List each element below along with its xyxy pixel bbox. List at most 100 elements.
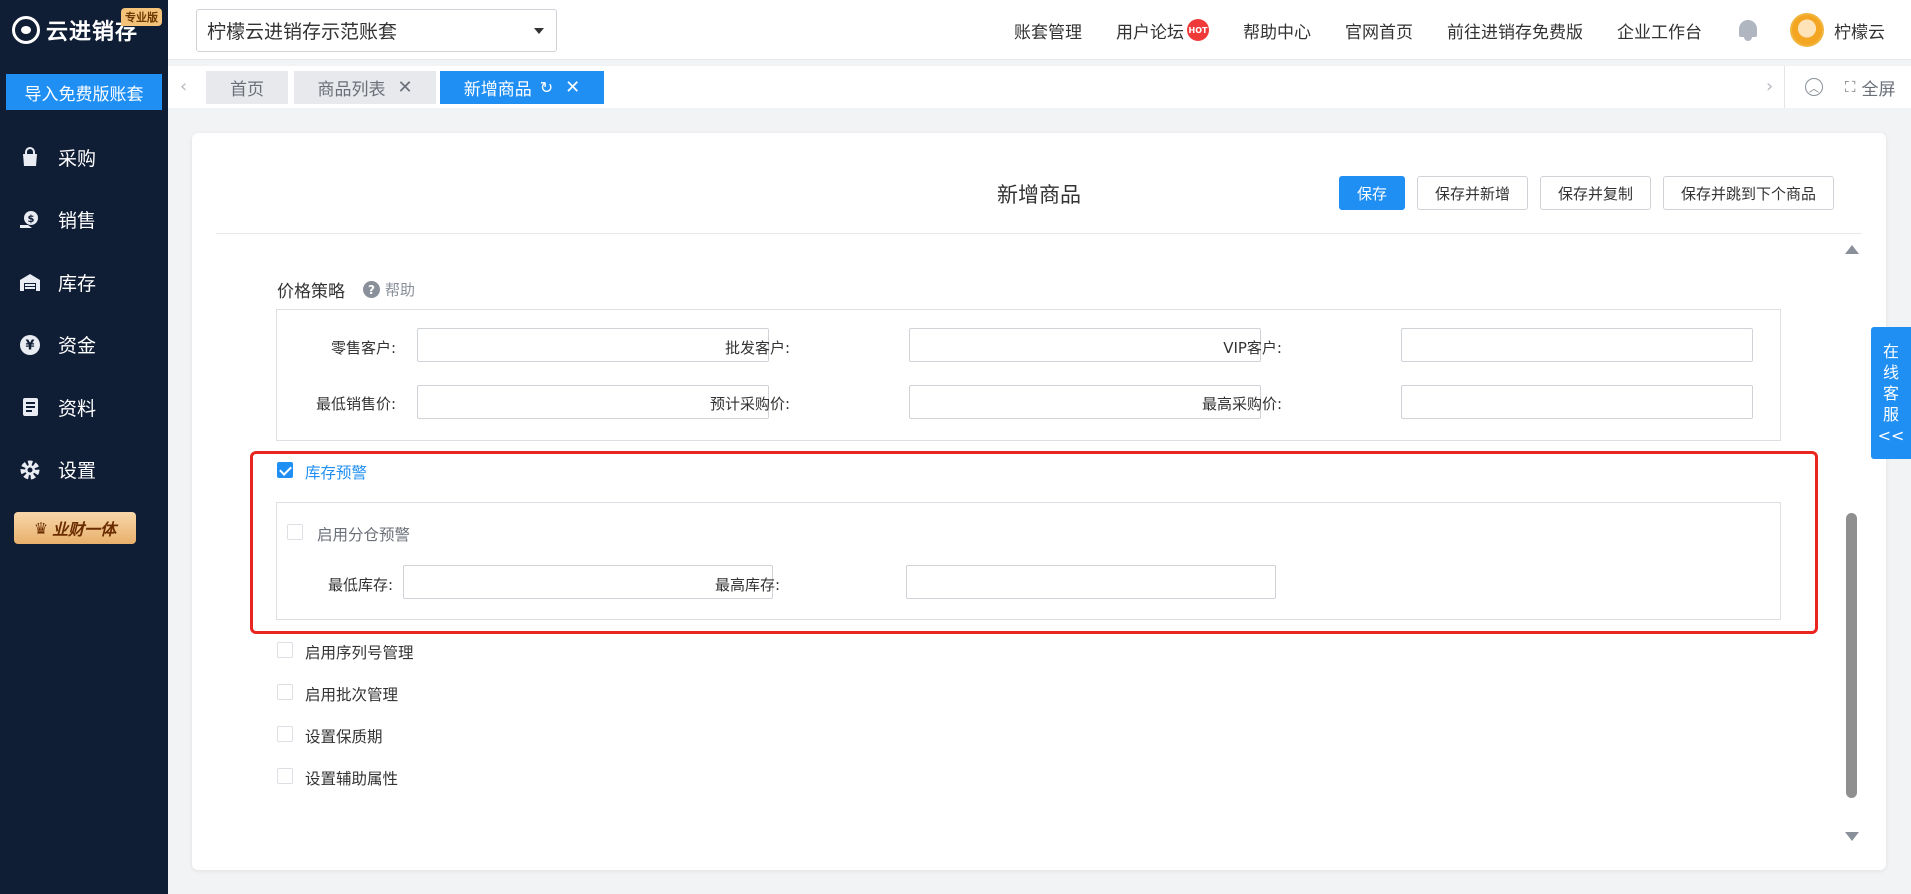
document-icon (18, 395, 42, 419)
bell-icon[interactable] (1736, 18, 1760, 42)
serial-number-checkbox[interactable] (277, 642, 293, 658)
max-stock-input[interactable] (906, 565, 1276, 599)
retail-customer-label: 零售客户: (330, 339, 396, 357)
help-label: 帮助 (385, 281, 416, 299)
sidebar: 云进销存 专业版 导入免费版账套 采购 $ 销售 库存 ¥ 资金 资料 设置 ♛… (0, 0, 168, 894)
link-official-site[interactable]: 官网首页 (1345, 18, 1413, 43)
expand-icon: ⛶ (1845, 78, 1856, 96)
stock-alert-label[interactable]: 库存预警 (305, 461, 367, 483)
service-char: 在 (1882, 341, 1899, 361)
close-icon[interactable]: ✕ (565, 77, 580, 98)
header-buttons: 保存 保存并新增 保存并复制 保存并跳到下个商品 (1327, 176, 1834, 210)
stock-alert-checkbox[interactable] (277, 462, 293, 478)
caret-down-icon (534, 28, 544, 34)
sidebar-nav: 采购 $ 销售 库存 ¥ 资金 资料 设置 (0, 126, 168, 501)
top-bar: 柠檬云进销存示范账套 账套管理 用户论坛 HOT 帮助中心 官网首页 前往进销存… (168, 0, 1911, 60)
sidebar-item-sales[interactable]: $ 销售 (0, 189, 168, 252)
close-icon[interactable]: ✕ (397, 77, 412, 98)
tab-label: 商品列表 (317, 80, 386, 100)
link-enterprise-workbench[interactable]: 企业工作台 (1617, 18, 1702, 43)
tab-add-product[interactable]: 新增商品 ↻ ✕ (440, 71, 604, 104)
warehouse-icon (18, 270, 42, 294)
card-header: 新增商品 保存 保存并新增 保存并复制 保存并跳到下个商品 (216, 133, 1862, 234)
edition-badge: 专业版 (121, 8, 162, 26)
scroll-up-arrow-icon[interactable] (1845, 245, 1859, 254)
shelf-life-label[interactable]: 设置保质期 (305, 725, 383, 747)
sidebar-item-funds[interactable]: ¥ 资金 (0, 314, 168, 377)
fullscreen-label: 全屏 (1861, 79, 1896, 100)
save-button[interactable]: 保存 (1338, 176, 1405, 210)
account-select-value: 柠檬云进销存示范账套 (207, 21, 398, 43)
chevron-right-icon[interactable]: › (1766, 76, 1773, 97)
auxiliary-attributes-label[interactable]: 设置辅助属性 (305, 767, 398, 789)
max-purchase-price-label: 最高采购价: (1201, 395, 1282, 413)
help-link[interactable]: ? 帮助 (363, 279, 415, 300)
link-free-version[interactable]: 前往进销存免费版 (1447, 18, 1583, 43)
user-name[interactable]: 柠檬云 (1834, 18, 1885, 43)
tab-label: 首页 (230, 80, 264, 100)
link-account-management[interactable]: 账套管理 (1014, 18, 1082, 43)
vip-customer-label: VIP客户: (1223, 339, 1282, 357)
app-logo[interactable]: 云进销存 专业版 (0, 0, 168, 60)
sidebar-item-purchase[interactable]: 采购 (0, 126, 168, 189)
coin-hand-icon: $ (18, 208, 42, 232)
warehouse-alert-checkbox[interactable] (287, 524, 303, 540)
import-free-account-button[interactable]: 导入免费版账套 (6, 74, 162, 110)
est-purchase-price-label: 预计采购价: (709, 395, 790, 413)
collapse-up-icon[interactable]: ︿ (1805, 78, 1823, 96)
tabs-actions: ︿ ⛶ 全屏 (1784, 66, 1896, 108)
account-select[interactable]: 柠檬云进销存示范账套 (196, 9, 557, 52)
price-strategy-box: 零售客户: 批发客户: VIP客户: 最低销售价: 预计采购价: 最高采购价: (276, 309, 1781, 441)
stock-alert-box: 启用分仓预警 最低库存: 最高库存: (276, 502, 1781, 620)
sidebar-item-inventory[interactable]: 库存 (0, 251, 168, 314)
question-icon: ? (363, 281, 380, 298)
sidebar-item-settings[interactable]: 设置 (0, 439, 168, 502)
link-user-forum[interactable]: 用户论坛 HOT (1116, 18, 1209, 43)
auxiliary-attributes-checkbox[interactable] (277, 768, 293, 784)
batch-management-label[interactable]: 启用批次管理 (305, 683, 398, 705)
link-help-center[interactable]: 帮助中心 (1243, 18, 1311, 43)
scroll-down-arrow-icon[interactable] (1845, 832, 1859, 841)
tab-label: 新增商品 (463, 80, 532, 100)
service-char: 线 (1882, 362, 1899, 382)
vertical-scrollbar[interactable] (1842, 245, 1860, 841)
save-and-copy-button[interactable]: 保存并复制 (1539, 176, 1651, 210)
shelf-life-checkbox[interactable] (277, 726, 293, 742)
sidebar-item-label: 库存 (58, 272, 97, 295)
serial-number-label[interactable]: 启用序列号管理 (305, 641, 414, 663)
save-and-next-button[interactable]: 保存并跳到下个商品 (1662, 176, 1834, 210)
crown-icon: ♛ (33, 518, 49, 538)
price-strategy-title: 价格策略 ? 帮助 (277, 277, 415, 302)
avatar[interactable] (1790, 13, 1824, 47)
vip-customer-input[interactable] (1401, 328, 1753, 362)
service-char: 服 (1882, 404, 1899, 424)
yen-icon: ¥ (18, 333, 42, 357)
lemon-logo-icon (12, 16, 40, 44)
min-sale-price-label: 最低销售价: (315, 395, 396, 413)
bag-icon (18, 145, 42, 169)
online-service-tab[interactable]: 在 线 客 服 << (1871, 327, 1911, 459)
warehouse-alert-label[interactable]: 启用分仓预警 (317, 523, 410, 545)
save-and-new-button[interactable]: 保存并新增 (1416, 176, 1528, 210)
promo-label: 业财一体 (52, 520, 117, 539)
svg-text:¥: ¥ (25, 338, 34, 353)
batch-management-checkbox[interactable] (277, 684, 293, 700)
link-label: 用户论坛 (1116, 22, 1184, 43)
max-purchase-price-input[interactable] (1401, 385, 1753, 419)
sidebar-item-data[interactable]: 资料 (0, 376, 168, 439)
section-title-label: 价格策略 (277, 282, 345, 302)
refresh-icon[interactable]: ↻ (540, 78, 553, 97)
sidebar-item-label: 设置 (58, 460, 97, 483)
top-links: 账套管理 用户论坛 HOT 帮助中心 官网首页 前往进销存免费版 企业工作台 柠… (1014, 0, 1911, 60)
max-stock-label: 最高库存: (714, 576, 780, 594)
promo-badge[interactable]: ♛ 业财一体 (14, 512, 136, 544)
hot-fire-icon: HOT (1187, 19, 1209, 41)
fullscreen-button[interactable]: ⛶ 全屏 (1845, 75, 1896, 100)
scroll-thumb[interactable] (1846, 513, 1857, 798)
tab-home[interactable]: 首页 (206, 71, 288, 104)
chevron-left-icon[interactable]: ‹ (180, 76, 187, 97)
tab-product-list[interactable]: 商品列表 ✕ (294, 71, 436, 104)
tabs-bar: ‹ 首页 商品列表 ✕ 新增商品 ↻ ✕ › ︿ ⛶ 全屏 (168, 66, 1911, 108)
main-card: 新增商品 保存 保存并新增 保存并复制 保存并跳到下个商品 价格策略 ? 帮助 … (192, 133, 1886, 870)
sidebar-item-label: 资料 (58, 397, 97, 420)
